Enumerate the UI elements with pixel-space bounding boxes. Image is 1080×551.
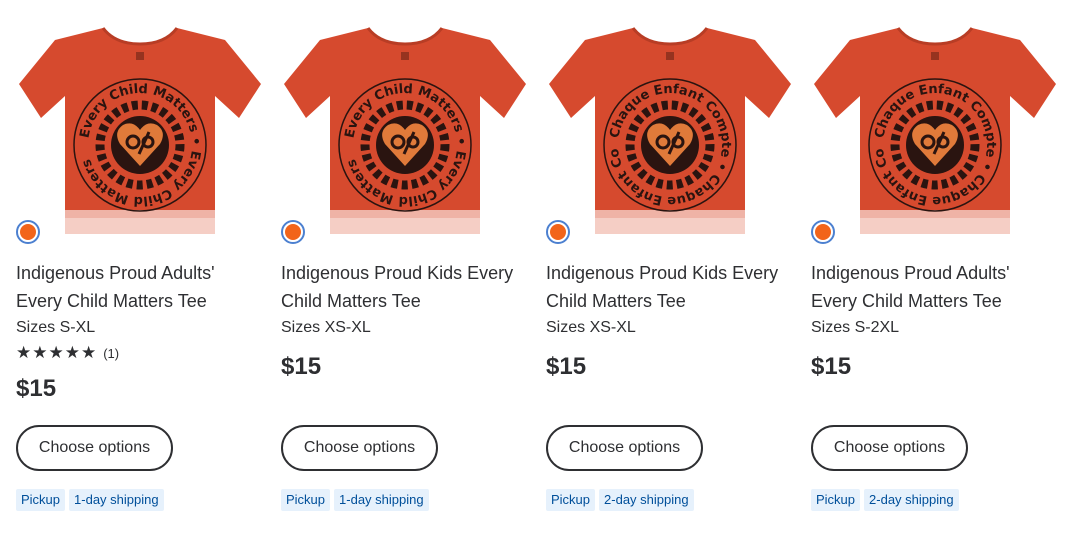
choose-options-button[interactable]: Choose options [16,425,173,471]
shipping-tag: 1-day shipping [334,489,429,511]
product-price: $15 [281,353,322,380]
product-title[interactable]: Indigenous Proud Adults' Every Child Mat… [811,259,1059,315]
product-grid: Every Child Matters • Every Child Matter… [0,0,1080,551]
product-card: Every Child Matters • Every Child Matter… [280,0,530,551]
product-title[interactable]: Indigenous Proud Adults' Every Child Mat… [16,259,264,315]
pickup-tag: Pickup [811,489,861,511]
choose-options-button[interactable]: Choose options [546,425,703,471]
product-sizes: Sizes XS-XL [546,319,636,336]
choose-options-button[interactable]: Choose options [281,425,438,471]
product-image[interactable]: Every Child Matters • Every Child Matter… [15,22,265,234]
product-sizes: Sizes XS-XL [281,319,371,336]
product-card: Chaque Enfant Compte • Chaque Enfant Com… [810,0,1060,551]
pickup-tag: Pickup [546,489,596,511]
product-sizes: Sizes S-XL [16,319,96,336]
shipping-tag: 1-day shipping [69,489,164,511]
pickup-tag: Pickup [281,489,331,511]
product-title[interactable]: Indigenous Proud Kids Every Child Matter… [546,259,794,315]
fulfillment-tags: Pickup 1-day shipping [16,489,164,511]
pickup-tag: Pickup [16,489,66,511]
product-title[interactable]: Indigenous Proud Kids Every Child Matter… [281,259,529,315]
color-swatch[interactable] [281,220,305,244]
review-count: (1) [103,345,120,361]
fulfillment-tags: Pickup 1-day shipping [281,489,429,511]
product-price: $15 [811,353,852,380]
swatch-color-dot [815,224,831,240]
swatch-color-dot [285,224,301,240]
product-price: $15 [546,353,587,380]
product-price: $15 [16,375,57,402]
fulfillment-tags: Pickup 2-day shipping [546,489,694,511]
color-swatch[interactable] [811,220,835,244]
color-swatch[interactable] [16,220,40,244]
product-image[interactable]: Every Child Matters • Every Child Matter… [280,22,530,234]
product-image[interactable]: Chaque Enfant Compte • Chaque Enfant Com… [545,22,795,234]
shipping-tag: 2-day shipping [599,489,694,511]
shipping-tag: 2-day shipping [864,489,959,511]
product-card: Chaque Enfant Compte • Chaque Enfant Com… [545,0,795,551]
product-sizes: Sizes S-2XL [811,319,900,336]
product-card: Every Child Matters • Every Child Matter… [15,0,265,551]
star-rating-icon: ★★★★★ [16,343,98,362]
product-rating[interactable]: ★★★★★ (1) [16,343,119,363]
swatch-color-dot [20,224,36,240]
product-image[interactable]: Chaque Enfant Compte • Chaque Enfant Com… [810,22,1060,234]
fulfillment-tags: Pickup 2-day shipping [811,489,959,511]
color-swatch[interactable] [546,220,570,244]
choose-options-button[interactable]: Choose options [811,425,968,471]
swatch-color-dot [550,224,566,240]
